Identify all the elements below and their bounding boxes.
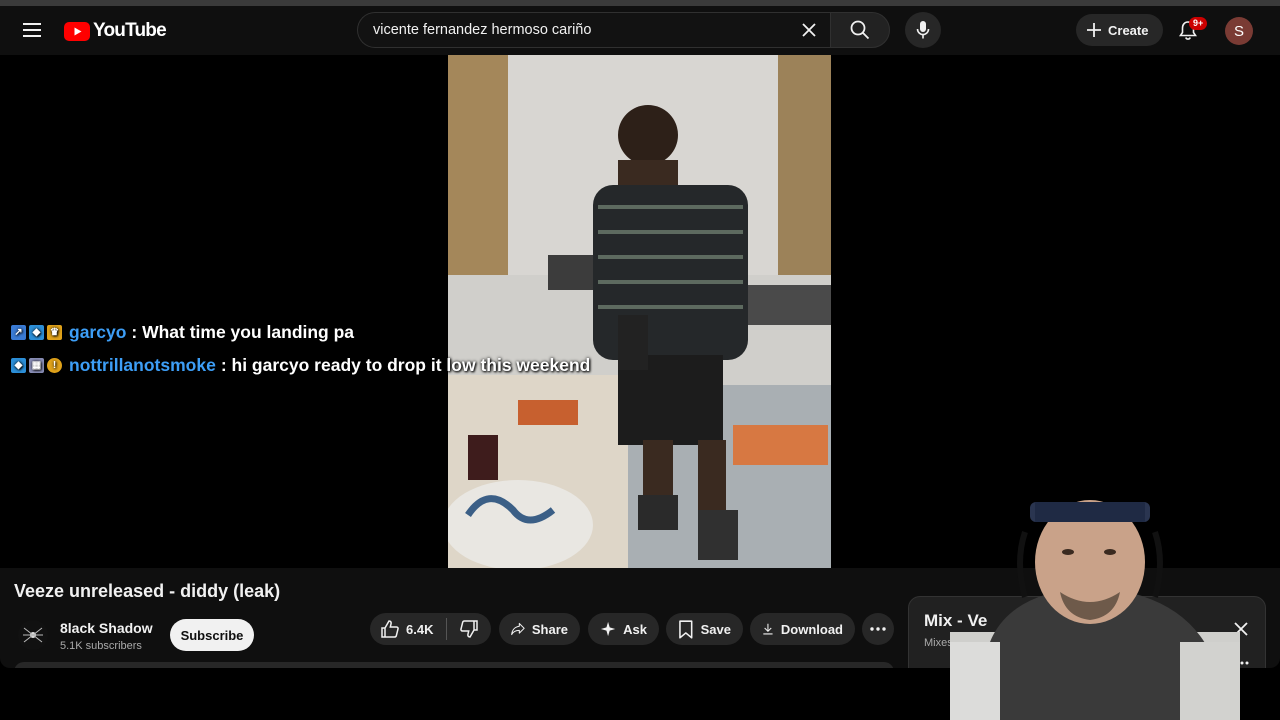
channel-avatar[interactable] bbox=[18, 620, 48, 650]
youtube-play-icon bbox=[64, 21, 90, 41]
share-label: Share bbox=[531, 621, 568, 637]
subscriber-count: 5.1K subscribers bbox=[60, 640, 142, 652]
like-button[interactable]: 6.4K bbox=[370, 613, 446, 645]
badge-crown-icon: ♛ bbox=[47, 325, 62, 340]
save-button[interactable]: Save bbox=[666, 613, 743, 645]
ask-label: Ask bbox=[623, 621, 647, 637]
badge-coin-icon: ! bbox=[47, 358, 62, 373]
save-label: Save bbox=[700, 621, 731, 637]
sparkle-icon bbox=[600, 621, 616, 637]
chat-username: nottrillanotsmoke bbox=[69, 355, 216, 375]
more-actions-button[interactable] bbox=[862, 613, 894, 645]
video-still-image bbox=[448, 55, 831, 568]
voice-search-button[interactable] bbox=[905, 12, 941, 48]
chat-username: garcyo bbox=[69, 322, 127, 342]
bookmark-icon bbox=[679, 619, 693, 639]
badge-cube-icon: ◆ bbox=[29, 325, 44, 340]
search-box bbox=[357, 12, 830, 48]
clear-search-button[interactable] bbox=[794, 15, 824, 45]
masthead: YouTube vicente fernandez hermoso cariño… bbox=[0, 6, 1280, 56]
thumbs-down-icon bbox=[460, 620, 478, 638]
ask-button[interactable]: Ask bbox=[588, 613, 659, 645]
more-horizontal-icon bbox=[870, 627, 886, 631]
badge-arrow-icon: ↗ bbox=[11, 325, 26, 340]
webcam-overlay bbox=[950, 492, 1240, 720]
search-icon bbox=[850, 20, 870, 40]
user-badges: ↗ ◆ ♛ bbox=[11, 325, 62, 340]
like-dislike-group: 6.4K bbox=[370, 613, 491, 645]
logo-text: YouTube bbox=[93, 20, 167, 41]
chat-message: : What time you landing pa bbox=[131, 322, 355, 342]
chat-overlay-line-1: ↗ ◆ ♛ garcyo : What time you landing pa bbox=[11, 322, 354, 343]
create-button[interactable]: Create bbox=[1076, 14, 1163, 46]
subscribe-button[interactable]: Subscribe bbox=[170, 619, 254, 651]
notifications-button[interactable]: 9+ bbox=[1170, 12, 1208, 48]
badge-cube-icon: ◆ bbox=[11, 358, 26, 373]
like-count: 6.4K bbox=[406, 621, 434, 637]
guide-menu-button[interactable] bbox=[14, 12, 50, 48]
share-arrow-icon bbox=[511, 622, 525, 636]
spider-icon bbox=[23, 627, 43, 643]
close-icon bbox=[802, 23, 816, 37]
create-label: Create bbox=[1108, 22, 1149, 38]
search-button[interactable] bbox=[830, 12, 890, 48]
share-button[interactable]: Share bbox=[499, 613, 580, 645]
description-box[interactable] bbox=[14, 662, 894, 668]
video-frame bbox=[448, 55, 831, 568]
video-title: Veeze unreleased - diddy (leak) bbox=[14, 581, 281, 601]
channel-name[interactable]: 8lack Shadow bbox=[60, 620, 153, 636]
download-label: Download bbox=[780, 621, 843, 637]
download-icon bbox=[763, 623, 773, 635]
microphone-icon bbox=[916, 21, 930, 39]
account-avatar[interactable]: S bbox=[1225, 17, 1253, 45]
notification-count-badge: 9+ bbox=[1189, 17, 1208, 30]
youtube-logo[interactable]: YouTube bbox=[64, 20, 167, 42]
thumbs-up-icon bbox=[381, 620, 399, 638]
chat-overlay-line-2: ◆ ▦ ! nottrillanotsmoke : hi garcyo read… bbox=[11, 355, 590, 376]
dislike-button[interactable] bbox=[447, 613, 491, 645]
webcam-image bbox=[950, 500, 1240, 720]
user-badges: ◆ ▦ ! bbox=[11, 358, 62, 373]
search-input[interactable] bbox=[373, 22, 793, 38]
search-bar bbox=[357, 12, 890, 48]
chat-message: : hi garcyo ready to drop it low this we… bbox=[220, 355, 591, 375]
download-button[interactable]: Download bbox=[750, 613, 855, 645]
plus-icon bbox=[1087, 23, 1101, 37]
hamburger-icon bbox=[23, 23, 41, 37]
badge-gift-icon: ▦ bbox=[29, 358, 44, 373]
